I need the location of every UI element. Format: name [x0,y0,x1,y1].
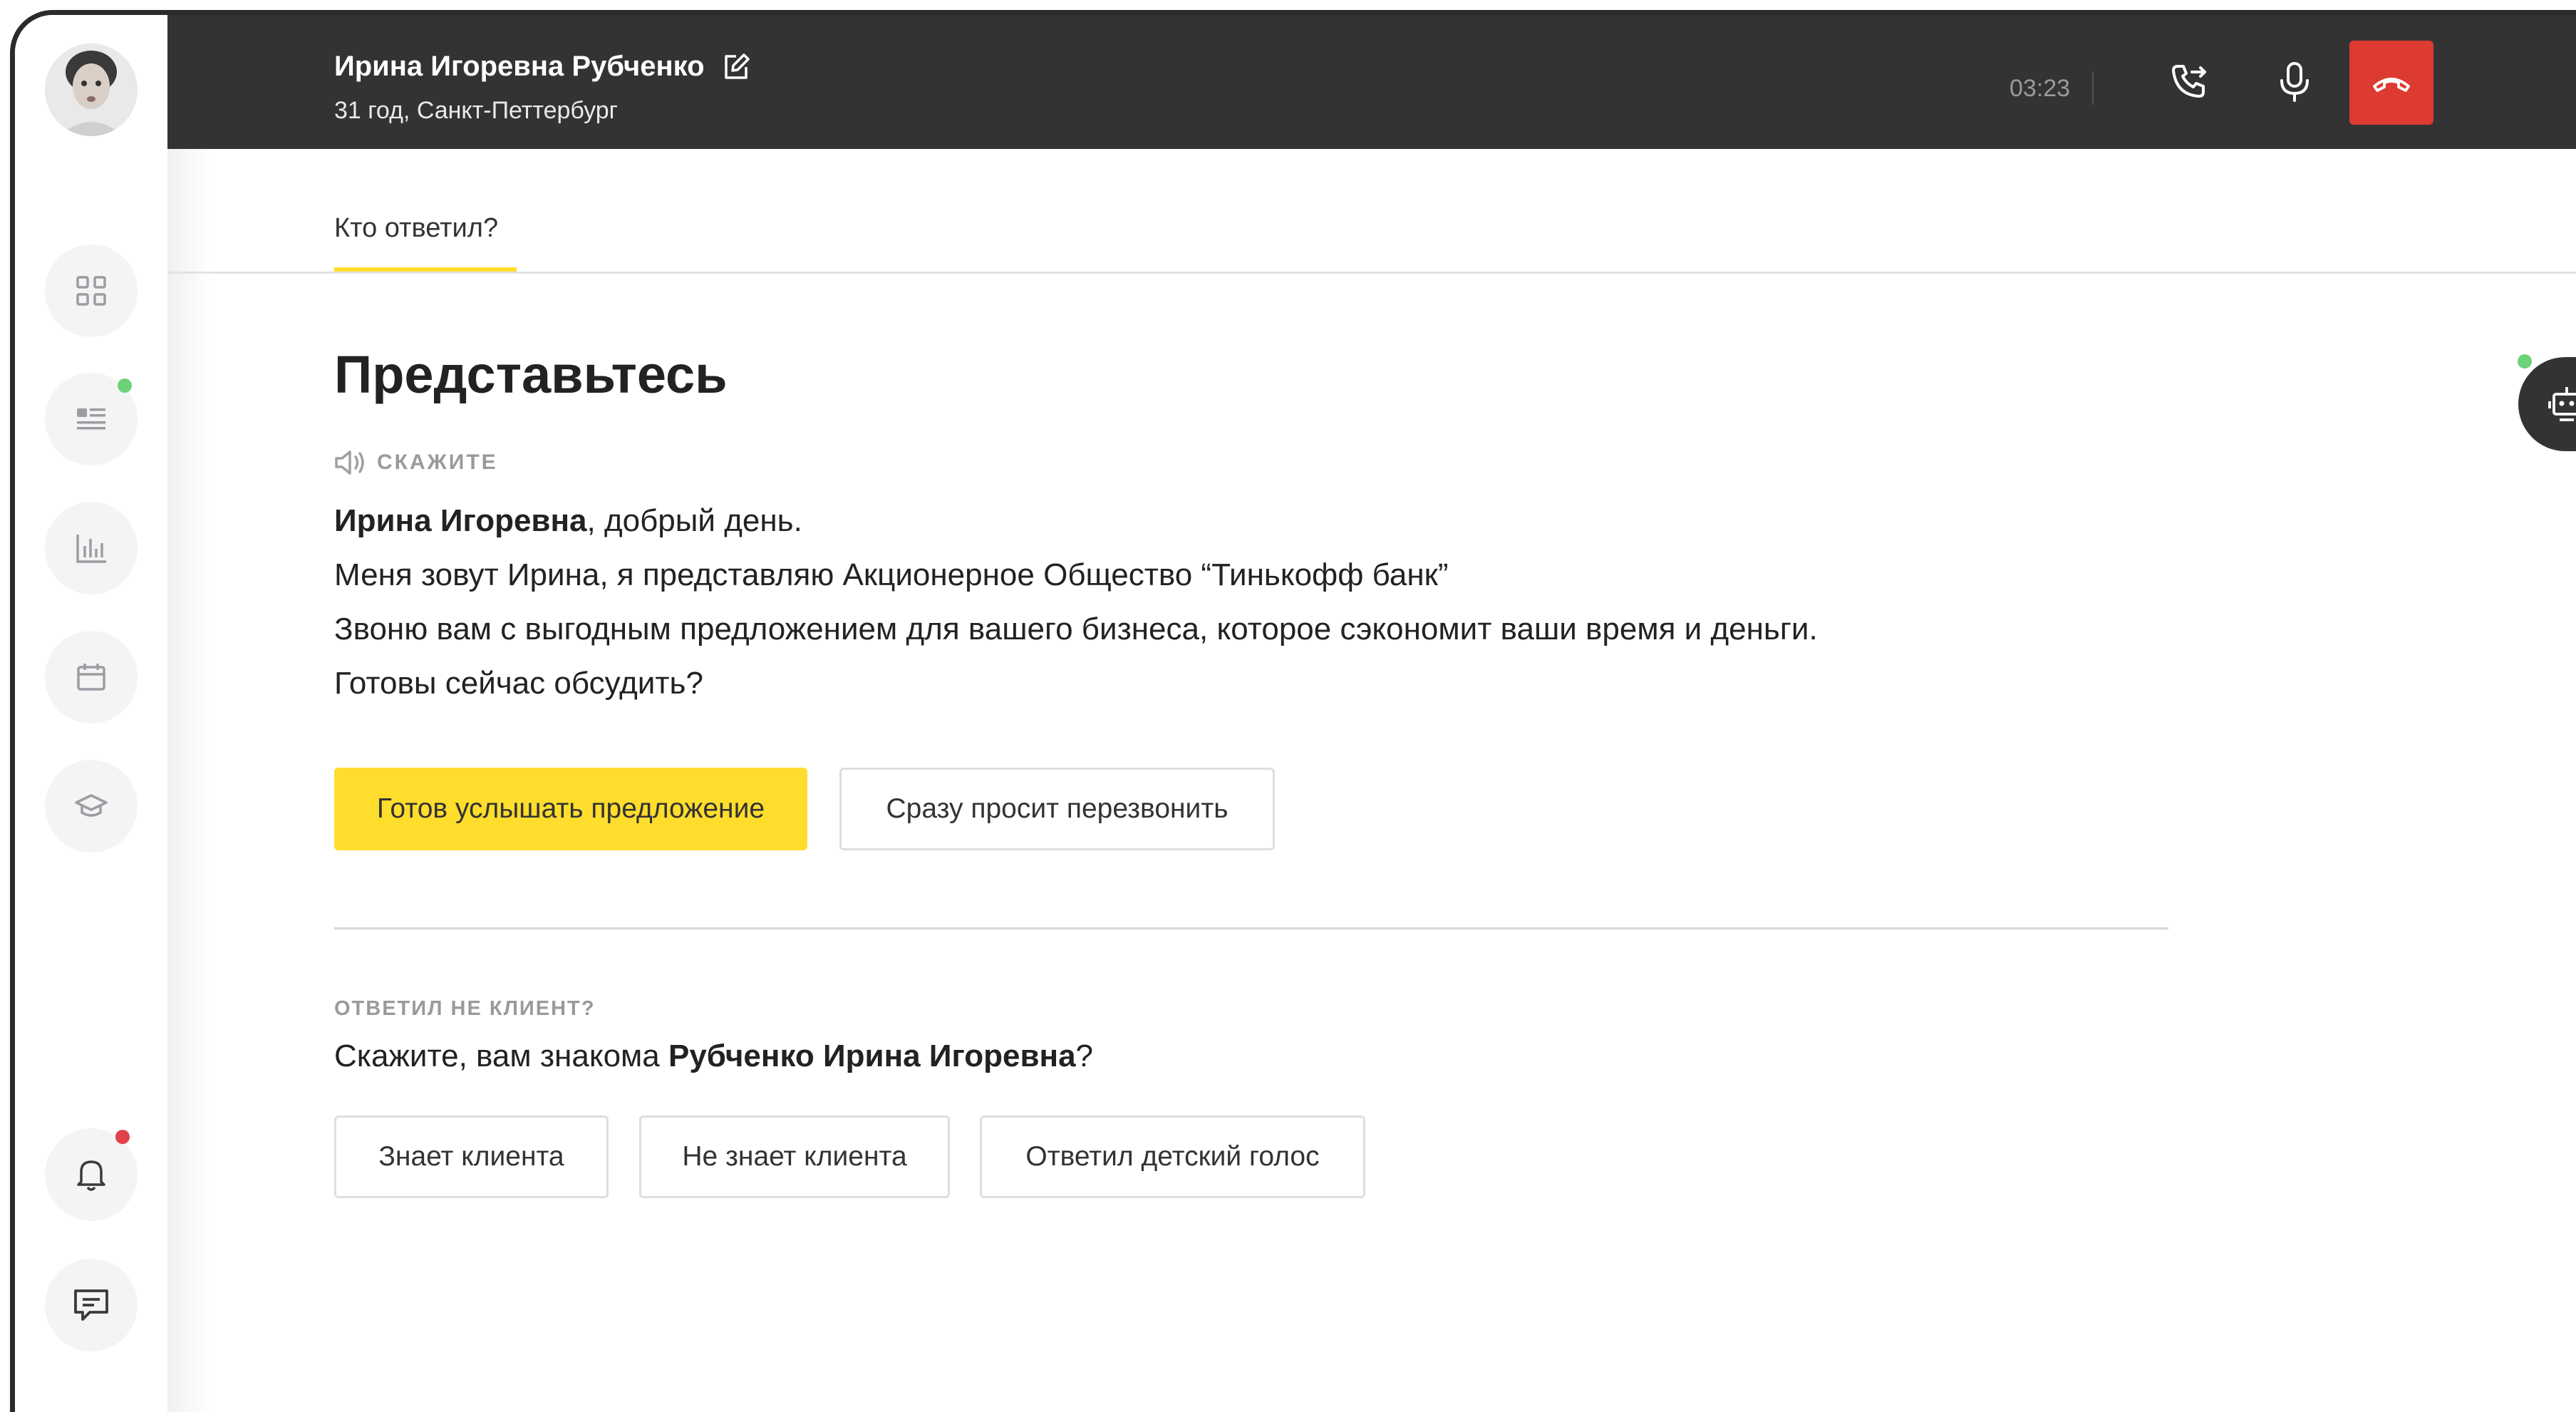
timer-divider [2092,72,2094,105]
question-client-name: Рубченко Ирина Игоревна [668,1039,1076,1073]
tasks-online-dot [118,378,132,393]
not-client-overline: ОТВЕТИЛ НЕ КЛИЕНТ? [334,997,596,1020]
caller-details: 31 год, Санкт-Петтербург [334,97,619,124]
speech-line-3: Звоню вам с выгодным предложением для ва… [334,612,1818,646]
ready-to-hear-offer-button[interactable]: Готов услышать предложение [334,768,807,850]
sidebar [15,15,167,1412]
assistant-bot-button[interactable] [2518,357,2576,451]
chat-icon [74,1289,108,1321]
question-prefix: Скажите, вам знакома [334,1039,668,1073]
tab-who-answered[interactable]: Кто ответил? [334,213,498,244]
mute-button[interactable] [2272,59,2317,105]
sidebar-item-education[interactable] [45,760,138,852]
knows-client-button[interactable]: Знает клиента [334,1115,609,1198]
sidebar-item-stats[interactable] [45,502,138,594]
chat-button[interactable] [45,1259,138,1351]
call-back-later-button[interactable]: Сразу просит перезвонить [839,768,1275,850]
calendar-icon [77,664,105,691]
user-avatar[interactable] [45,43,138,136]
greeting-rest: , добрый день. [586,503,802,538]
tabs-divider [167,272,2576,274]
hangup-button[interactable] [2349,41,2433,125]
speech-line-2: Меня зовут Ирина, я представляю Акционер… [334,557,1449,592]
speech-line-1: Ирина Игоревна, добрый день. [334,494,1818,548]
notifications-badge-dot [115,1130,130,1144]
does-not-know-client-button[interactable]: Не знает клиента [639,1115,950,1198]
bell-icon [77,1160,105,1191]
section-divider [334,927,2168,929]
speech-text: Ирина Игоревна, добрый день. Меня зовут … [334,494,1818,711]
sidebar-item-calendar[interactable] [45,631,138,723]
speech-line-4: Готовы сейчас обсудить? [334,666,703,701]
edit-icon[interactable] [722,53,750,81]
chart-icon [76,535,106,563]
not-client-question: Скажите, вам знакома Рубченко Ирина Игор… [334,1039,1093,1074]
speaker-icon [335,450,364,475]
content-shadow [167,149,210,1412]
question-suffix: ? [1075,1039,1094,1073]
phone-transfer-icon [2172,65,2206,98]
sidebar-item-dashboard[interactable] [45,244,138,337]
grid-icon [76,276,106,306]
call-timer: 03:23 [2009,75,2071,102]
robot-icon [2548,387,2576,421]
list-icon [77,408,105,430]
education-icon [75,794,108,817]
say-label-text: СКАЖИТЕ [377,450,498,474]
microphone-icon [2280,62,2309,102]
bot-online-dot [2518,354,2532,369]
client-name-bold: Ирина Игоревна [334,503,587,538]
caller-name: Ирина Игоревна Рубченко [334,51,705,82]
child-voice-button[interactable]: Ответил детский голос [980,1115,1365,1198]
avatar-portrait-icon [45,43,138,136]
transfer-call-button[interactable] [2166,59,2212,105]
call-topbar: Ирина Игоревна Рубченко 31 год, Санкт-Пе… [167,15,2576,149]
say-label: СКАЖИТЕ [334,450,498,475]
hangup-icon [2373,78,2410,92]
app-frame: Ирина Игоревна Рубченко 31 год, Санкт-Пе… [10,10,2576,1412]
caller-name-row: Ирина Игоревна Рубченко [334,51,750,83]
step-title: Представьтесь [334,345,728,404]
